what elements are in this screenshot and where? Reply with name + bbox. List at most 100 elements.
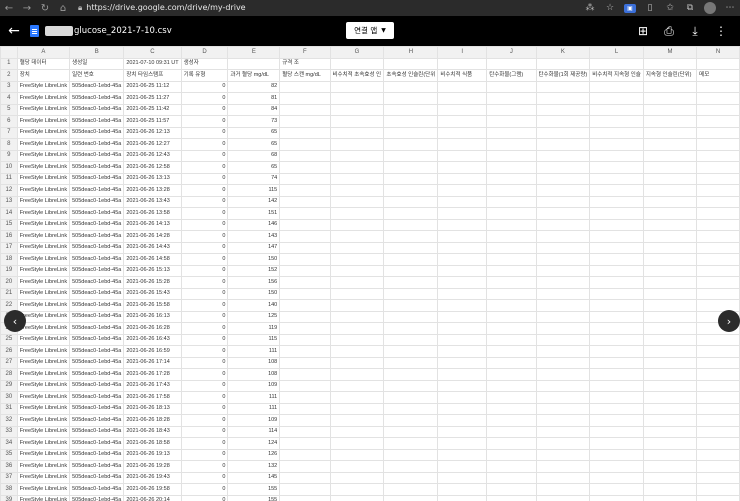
cell xyxy=(383,126,439,139)
cell xyxy=(535,103,591,116)
cell xyxy=(383,264,439,277)
cell: 2021-06-26 16:28 xyxy=(123,322,182,335)
cell: 2021-06-26 13:43 xyxy=(123,195,182,208)
row-header: 32 xyxy=(0,414,18,427)
table-row: 1 혈당 데이터 생성일 2021-07-10 09:31 UT 생성자 규격 조 xyxy=(0,57,740,70)
cell xyxy=(383,402,439,415)
cell xyxy=(696,207,740,220)
row-header: 29 xyxy=(0,379,18,392)
cell xyxy=(696,333,740,346)
split-screen-icon[interactable]: ▯ xyxy=(640,0,660,16)
table-row: 37 FreeStyle LibreLink 505deac0-1ebd-45a 20… xyxy=(0,471,740,484)
cell xyxy=(642,345,698,358)
address-bar[interactable]: 🔒︎ https://drive.google.com/drive/my-dri… xyxy=(78,0,246,16)
home-icon[interactable]: ⌂ xyxy=(54,0,72,16)
cell: 0 xyxy=(180,184,229,197)
collections-icon[interactable]: ⧉ xyxy=(680,0,700,16)
cell: 145 xyxy=(227,471,281,484)
cell: 비수치적 초속효성 인 xyxy=(329,69,385,82)
cell: 114 xyxy=(227,425,281,438)
table-row: 30 FreeStyle LibreLink 505deac0-1ebd-45a 20… xyxy=(0,391,740,404)
cell xyxy=(589,287,644,300)
cell xyxy=(642,414,698,427)
cell: 2021-06-26 12:43 xyxy=(123,149,182,162)
download-icon[interactable]: ⤓ xyxy=(682,16,708,46)
cell: FreeStyle LibreLink xyxy=(16,437,71,450)
cell xyxy=(696,218,740,231)
row-header: 36 xyxy=(0,460,18,473)
table-row: 21 FreeStyle LibreLink 505deac0-1ebd-45a 20… xyxy=(0,287,740,300)
cell xyxy=(329,149,385,162)
cell xyxy=(486,115,537,128)
cell: 505deac0-1ebd-45a xyxy=(69,460,125,473)
cell xyxy=(642,103,698,116)
cell xyxy=(589,322,644,335)
forward-arrow-icon[interactable]: → xyxy=(18,0,36,16)
cell xyxy=(642,276,698,289)
cell xyxy=(589,161,644,174)
cell: 140 xyxy=(227,299,281,312)
column-header: I xyxy=(437,46,488,59)
row-header: 5 xyxy=(0,103,18,116)
cell: 132 xyxy=(227,460,281,473)
previous-file-chevron-left-icon[interactable]: ‹ xyxy=(4,310,26,332)
cell xyxy=(383,494,439,501)
cell xyxy=(279,471,331,484)
cell xyxy=(329,425,385,438)
row-header: 28 xyxy=(0,368,18,381)
close-viewer-arrow-icon[interactable]: ← xyxy=(0,16,28,46)
next-file-chevron-right-icon[interactable]: › xyxy=(718,310,740,332)
cell xyxy=(535,333,591,346)
cell xyxy=(437,333,488,346)
cell xyxy=(437,483,488,496)
cell xyxy=(642,115,698,128)
cell xyxy=(486,414,537,427)
cell xyxy=(486,322,537,335)
open-with-button[interactable]: 연결 앱 ▼ xyxy=(346,22,394,39)
cell: 2021-06-26 14:58 xyxy=(123,253,182,266)
cell xyxy=(437,92,488,105)
cell xyxy=(589,149,644,162)
cell xyxy=(642,356,698,369)
cell xyxy=(535,287,591,300)
translate-icon[interactable]: ⁂ xyxy=(580,0,600,16)
cell: 0 xyxy=(180,345,229,358)
cell: FreeStyle LibreLink xyxy=(16,345,71,358)
favorite-star-icon[interactable]: ☆ xyxy=(600,0,620,16)
cell xyxy=(642,253,698,266)
back-arrow-icon[interactable]: ← xyxy=(0,0,18,16)
cell: 0 xyxy=(180,126,229,139)
cell: 2021-06-26 18:13 xyxy=(123,402,182,415)
profile-avatar[interactable] xyxy=(704,2,716,14)
cell xyxy=(642,241,698,254)
cell xyxy=(642,310,698,323)
reload-icon[interactable]: ↻ xyxy=(36,0,54,16)
cell xyxy=(486,391,537,404)
more-actions-icon[interactable]: ⋮ xyxy=(708,16,734,46)
add-comment-icon[interactable]: ⊞ xyxy=(630,16,656,46)
cell: 과거 혈당 mg/dL xyxy=(227,69,281,82)
cell xyxy=(383,299,439,312)
browser-menu-icon[interactable]: ⋯ xyxy=(720,0,740,16)
cell: 2021-06-26 18:28 xyxy=(123,414,182,427)
row-header: 4 xyxy=(0,92,18,105)
cell: 2021-06-26 17:58 xyxy=(123,391,182,404)
cell xyxy=(696,425,740,438)
cell xyxy=(383,460,439,473)
cell: 0 xyxy=(180,414,229,427)
column-header: A xyxy=(16,46,71,59)
cell xyxy=(383,276,439,289)
cell: 505deac0-1ebd-45a xyxy=(69,402,125,415)
cell: FreeStyle LibreLink xyxy=(16,172,71,185)
cell xyxy=(329,195,385,208)
cell xyxy=(279,368,331,381)
favorites-icon[interactable]: ✩ xyxy=(660,0,680,16)
extension-icon[interactable]: ▣ xyxy=(624,3,636,13)
cell: 0 xyxy=(180,310,229,323)
cell xyxy=(535,92,591,105)
cell: 84 xyxy=(227,103,281,116)
cell: 150 xyxy=(227,287,281,300)
print-icon[interactable]: ⎙ xyxy=(656,16,682,46)
cell xyxy=(696,126,740,139)
cell: 505deac0-1ebd-45a xyxy=(69,126,125,139)
